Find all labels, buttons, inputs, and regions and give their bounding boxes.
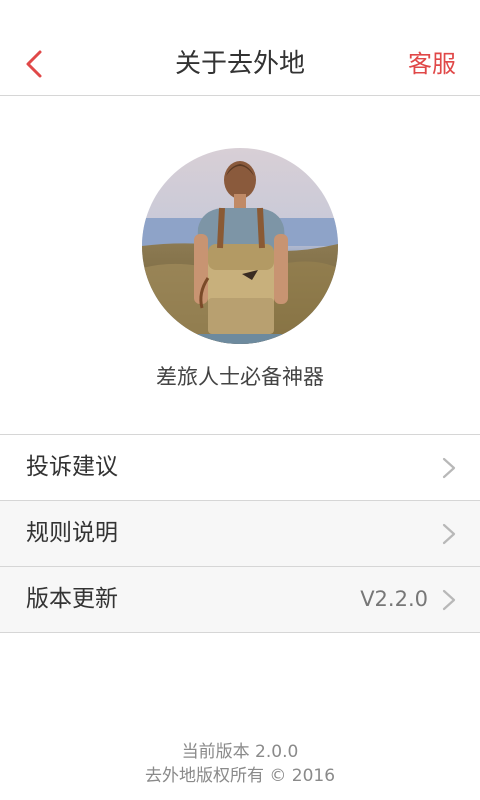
nav-bar: 关于去外地 客服 xyxy=(0,0,480,96)
version-value: V2.2.0 xyxy=(360,587,428,611)
menu-item-feedback[interactable]: 投诉建议 xyxy=(0,435,480,501)
app-slogan: 差旅人士必备神器 xyxy=(156,365,324,389)
app-footer: 当前版本 2.0.0 去外地版权所有 © 2016 xyxy=(0,740,480,788)
current-version-text: 当前版本 2.0.0 xyxy=(181,742,299,762)
chevron-right-icon xyxy=(442,589,456,611)
menu-item-label: 规则说明 xyxy=(26,520,118,546)
menu-item-rules[interactable]: 规则说明 xyxy=(0,501,480,567)
about-hero: 差旅人士必备神器 xyxy=(0,96,480,434)
customer-service-button[interactable]: 客服 xyxy=(408,44,456,84)
menu-item-label: 版本更新 xyxy=(26,586,118,612)
chevron-right-icon xyxy=(442,457,456,479)
avatar-image xyxy=(142,148,338,344)
avatar xyxy=(142,148,338,344)
copyright-text: 去外地版权所有 © 2016 xyxy=(144,766,336,786)
menu-item-label: 投诉建议 xyxy=(26,454,118,480)
menu-item-version-update[interactable]: 版本更新 V2.2.0 xyxy=(0,567,480,633)
chevron-right-icon xyxy=(442,523,456,545)
settings-menu: 投诉建议 规则说明 版本更新 V2.2.0 xyxy=(0,434,480,633)
